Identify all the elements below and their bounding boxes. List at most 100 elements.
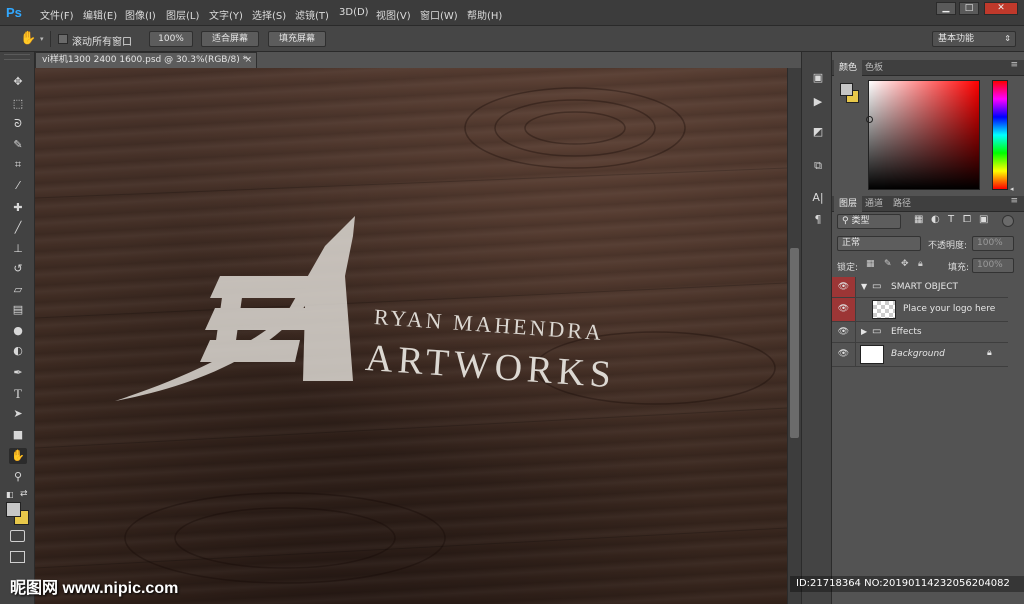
vertical-scrollbar[interactable] [787, 68, 801, 604]
rectangle-icon[interactable]: ■ [9, 427, 27, 443]
layer-row-background[interactable]: 👁︎ Background 🔒︎ [832, 343, 1008, 367]
close-button[interactable]: ✕ [984, 2, 1018, 15]
options-bar: ✋ ▾ 滚动所有窗口 100% 适合屏幕 填充屏幕 基本功能 ⇕ [0, 26, 1024, 52]
stamp-icon[interactable]: ⊥ [9, 241, 27, 257]
blend-mode-select[interactable]: 正常 [837, 236, 921, 251]
hue-marker-icon[interactable]: ◂ [1010, 185, 1014, 193]
layer-row-place-logo[interactable]: 👁︎ Place your logo here [832, 298, 1008, 322]
actions-icon[interactable]: ▶ [809, 94, 827, 110]
tab-swatches[interactable]: 色板 [860, 60, 888, 76]
menu-image[interactable]: 图像(I) [125, 7, 156, 22]
hand-tool-icon[interactable]: ✋ [9, 448, 27, 464]
visibility-eye-icon[interactable]: 👁︎ [832, 298, 856, 321]
tab-paths[interactable]: 路径 [888, 196, 916, 212]
fill-screen-button[interactable]: 填充屏幕 [268, 31, 326, 47]
workspace-select[interactable]: 基本功能 ⇕ [932, 31, 1016, 47]
tab-channels[interactable]: 通道 [860, 196, 888, 212]
filter-shape-icon[interactable]: ⧠ [963, 214, 971, 225]
history-icon[interactable]: ▣ [809, 70, 827, 86]
crop-icon[interactable]: ⌗ [9, 157, 27, 173]
scroll-thumb[interactable] [790, 248, 799, 438]
color-picker-cursor[interactable] [866, 116, 873, 123]
layers-menu-icon[interactable]: ≡ [1010, 196, 1018, 206]
menu-view[interactable]: 视图(V) [376, 7, 411, 22]
fit-screen-button[interactable]: 适合屏幕 [201, 31, 259, 47]
lasso-icon[interactable]: ᘐ [9, 116, 27, 132]
foreground-color-swatch[interactable] [6, 502, 21, 517]
menu-edit[interactable]: 编辑(E) [83, 7, 117, 22]
gradient-icon[interactable]: ▤ [9, 302, 27, 318]
filter-pixel-icon[interactable]: ▦ [914, 214, 923, 225]
tab-layers[interactable]: 图层 [834, 196, 863, 212]
opacity-field[interactable]: 100% [972, 236, 1014, 251]
disclosure-triangle-icon[interactable]: ▶ [861, 327, 867, 336]
menu-help[interactable]: 帮助(H) [467, 7, 502, 22]
lock-position-icon[interactable]: ✥ [901, 259, 909, 269]
filter-toggle[interactable] [1002, 215, 1014, 227]
layer-row-smart-object[interactable]: 👁︎ ▼ ▭ SMART OBJECT [832, 277, 1008, 298]
folder-icon: ▭ [872, 281, 882, 292]
disclosure-triangle-icon[interactable]: ▼ [861, 282, 867, 291]
hand-icon[interactable]: ✋ [20, 31, 36, 46]
filter-smart-icon[interactable]: ▣ [979, 214, 988, 225]
document-canvas[interactable]: RYAN MAHENDRA ARTWORKS [35, 68, 787, 604]
panel-menu-icon[interactable]: ≡ [1010, 60, 1018, 70]
default-colors-icon[interactable]: ◧ [6, 490, 14, 499]
lock-label: 锁定: [837, 263, 859, 273]
screen-mode-icon[interactable] [10, 551, 25, 563]
tab-color[interactable]: 颜色 [834, 60, 863, 76]
filter-type-icon[interactable]: T [948, 214, 954, 225]
visibility-eye-icon[interactable]: 👁︎ [832, 343, 856, 366]
properties-icon[interactable]: ◩ [809, 124, 827, 140]
eraser-icon[interactable]: ▱ [9, 282, 27, 298]
fill-field[interactable]: 100% [972, 258, 1014, 273]
layer-row-effects[interactable]: 👁︎ ▶ ▭ Effects [832, 322, 1008, 343]
quick-mask-icon[interactable] [10, 530, 25, 542]
layer-thumbnail [872, 300, 896, 319]
menu-type[interactable]: 文字(Y) [209, 7, 243, 22]
menu-window[interactable]: 窗口(W) [420, 7, 458, 22]
visibility-eye-icon[interactable]: 👁︎ [832, 322, 856, 342]
filter-adjustment-icon[interactable]: ◐ [931, 214, 940, 225]
menu-file[interactable]: 文件(F) [40, 7, 74, 22]
character-icon[interactable]: A| [809, 190, 827, 206]
hue-slider[interactable] [992, 80, 1008, 190]
pen-icon[interactable]: ✒ [9, 365, 27, 381]
panel-grip[interactable] [4, 54, 30, 60]
brush-icon[interactable]: ╱ [9, 220, 27, 236]
swap-colors-icon[interactable]: ⇄ [20, 489, 28, 499]
lock-all-icon[interactable]: 🔒︎ [918, 259, 923, 269]
actual-pixels-button[interactable]: 100% [149, 31, 193, 47]
dodge-icon[interactable]: ◐ [9, 343, 27, 359]
layer-filter-select[interactable]: ⚲ 类型 [837, 214, 901, 229]
lock-transparent-icon[interactable]: ▦ [866, 259, 875, 269]
minimize-button[interactable]: ▁ [936, 2, 956, 15]
visibility-eye-icon[interactable]: 👁︎ [832, 277, 856, 297]
zoom-icon[interactable]: ⚲ [9, 469, 27, 485]
healing-icon[interactable]: ✚ [9, 200, 27, 216]
color-field[interactable] [868, 80, 980, 190]
document-tab[interactable]: vi样机1300 2400 1600.psd @ 30.3%(RGB/8) * … [35, 52, 257, 68]
quick-select-icon[interactable]: ✎ [9, 137, 27, 153]
clone-source-icon[interactable]: ⧉ [809, 158, 827, 174]
menu-select[interactable]: 选择(S) [252, 7, 286, 22]
chevron-down-icon[interactable]: ▾ [40, 35, 44, 43]
eyedropper-icon[interactable]: ⁄ [9, 178, 27, 194]
menu-layer[interactable]: 图层(L) [166, 7, 199, 22]
menu-filter[interactable]: 滤镜(T) [295, 7, 329, 22]
menu-bar: Ps 文件(F) 编辑(E) 图像(I) 图层(L) 文字(Y) 选择(S) 滤… [0, 0, 1024, 26]
scroll-all-checkbox[interactable] [58, 34, 68, 44]
color-panel-foreground-swatch[interactable] [840, 83, 853, 96]
blur-icon[interactable]: ● [9, 323, 27, 339]
move-icon[interactable]: ✥ [9, 74, 27, 90]
menu-3d[interactable]: 3D(D) [339, 7, 369, 18]
close-tab-icon[interactable]: × [244, 53, 252, 67]
paragraph-icon[interactable]: ¶ [809, 212, 827, 228]
marquee-icon[interactable]: ⬚ [9, 96, 27, 112]
lock-pixels-icon[interactable]: ✎ [884, 259, 892, 269]
maximize-button[interactable]: □ [959, 2, 979, 15]
history-brush-icon[interactable]: ↺ [9, 261, 27, 277]
path-select-icon[interactable]: ➤ [9, 406, 27, 422]
type-icon[interactable]: T [9, 386, 27, 402]
updown-icon: ⇕ [1004, 34, 1011, 43]
